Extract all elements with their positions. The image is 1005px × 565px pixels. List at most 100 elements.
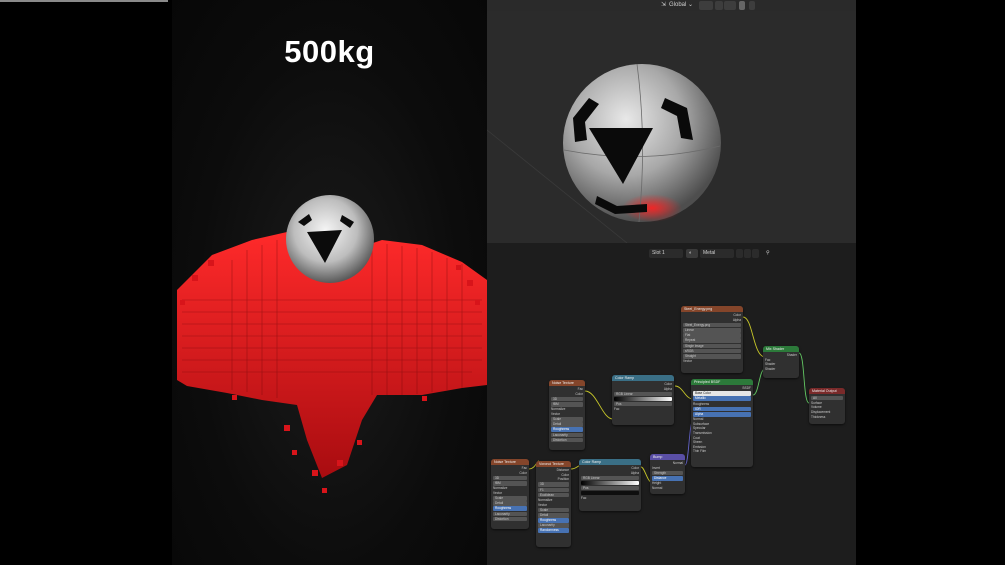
node-image-texture[interactable]: Steel_Energy.png Color Alpha Steel_Energ…	[681, 306, 743, 373]
material-name-field[interactable]: Metal	[700, 249, 734, 258]
slot-dropdown[interactable]: Slot 1	[649, 249, 683, 258]
lacunarity-field[interactable]: Lacunarity	[538, 523, 569, 528]
noise-type-dropdown[interactable]: fBM	[551, 401, 583, 407]
output-color: Color	[519, 470, 527, 475]
viewport-scene	[487, 63, 721, 243]
metric-dropdown[interactable]: Euclidean	[538, 492, 569, 498]
scale-field[interactable]: Scale	[538, 507, 569, 513]
base-color-swatch[interactable]: Base Color	[693, 391, 751, 396]
link-noise-to-ramp	[584, 390, 614, 420]
input-vector: Vector	[551, 411, 561, 416]
node-noise-texture-bottom[interactable]: Noise Texture Fac Color 3D fBM Normalize…	[491, 459, 529, 529]
material-sphere-icon[interactable]: ◐	[686, 249, 698, 258]
node-material-output[interactable]: Material Output All Surface Volume Displ…	[809, 388, 845, 424]
roughness-slider[interactable]: Roughness	[551, 427, 583, 432]
input-thickness: Thickness	[811, 414, 826, 419]
node-noise-texture-top[interactable]: Noise Texture Fac Color 3D fBM Normalize…	[549, 380, 585, 450]
ramp-mode-dropdown[interactable]: RGB Linear	[614, 391, 672, 397]
chevron-down-icon: ⌄	[688, 2, 694, 8]
node-editor-header: Slot 1 ◐ Metal ⚲	[487, 245, 856, 258]
roughness-input: Roughness	[693, 401, 710, 406]
input-fac: Fac	[614, 406, 620, 411]
input-shader-2: Shader	[765, 366, 776, 371]
viewport-ball[interactable]	[563, 63, 721, 223]
falloff-button[interactable]	[749, 1, 755, 10]
output-alpha: Alpha	[732, 317, 741, 322]
node-voronoi-texture[interactable]: Voronoi Texture Distance Color Position …	[536, 461, 571, 547]
randomness-slider[interactable]: Randomness	[538, 528, 569, 534]
scale-field[interactable]: Scale	[493, 495, 527, 501]
left-letterbox	[0, 2, 172, 565]
feature-dropdown[interactable]: F1	[538, 487, 569, 493]
node-color-ramp-bottom[interactable]: Color Ramp Color Alpha RGB Linear Pos Fa…	[579, 459, 641, 511]
ramp-mode-dropdown[interactable]: RGB Linear	[581, 475, 639, 481]
node-principled-bsdf[interactable]: Principled BSDF BSDF Base Color Metallic…	[691, 379, 753, 467]
link-mix-to-output	[798, 352, 810, 404]
input-vector: Vector	[683, 359, 693, 364]
ramp-pos-field[interactable]: Pos	[581, 485, 639, 491]
snap-target-button[interactable]	[724, 1, 736, 10]
input-fac: Fac	[581, 495, 587, 500]
output-bsdf: BSDF	[742, 386, 751, 390]
link-image-to-mix	[742, 316, 766, 358]
fake-user-button[interactable]	[736, 249, 743, 258]
output-position: Position	[557, 477, 569, 482]
output-alpha: Alpha	[663, 386, 672, 391]
projection-dropdown[interactable]: Flat	[683, 333, 741, 338]
snap-toggle-button[interactable]	[715, 1, 723, 10]
transform-orientation-dropdown[interactable]: Global	[669, 1, 686, 10]
scale-field[interactable]: Scale	[551, 416, 583, 422]
thin-film-panel[interactable]: Thin Film	[693, 449, 751, 454]
detail-field[interactable]: Detail	[493, 501, 527, 506]
metallic-slider[interactable]: Metallic	[693, 396, 751, 401]
extension-dropdown[interactable]: Repeat	[683, 338, 741, 343]
3d-viewport[interactable]: ⇲ Global ⌄	[487, 0, 856, 243]
dimensions-dropdown[interactable]: 3D	[538, 482, 569, 487]
distortion-field[interactable]: Distortion	[493, 516, 527, 522]
shader-node-editor[interactable]: Slot 1 ◐ Metal ⚲ Steel_Energy.png Color …	[487, 243, 856, 565]
node-bump[interactable]: Bump Normal Invert Strength Distance Hei…	[650, 454, 685, 494]
dimensions-dropdown[interactable]: 3D	[493, 475, 527, 481]
detail-field[interactable]: Detail	[551, 422, 583, 427]
render-preview: 500kg	[172, 0, 487, 565]
invert-checkbox[interactable]: Invert	[652, 466, 683, 471]
strength-field[interactable]: Strength	[652, 470, 683, 476]
image-name-field[interactable]: Steel_Energy.png	[683, 322, 741, 328]
interpolation-dropdown[interactable]: Linear	[683, 327, 741, 333]
pin-icon[interactable]: ⚲	[763, 249, 770, 258]
output-color: Color	[575, 391, 583, 396]
source-dropdown[interactable]: Single Image	[683, 343, 741, 349]
proportional-edit-button[interactable]	[739, 1, 745, 10]
node-mix-shader[interactable]: Mix Shader Shader Fac Shader Shader	[763, 346, 799, 378]
lacunarity-field[interactable]: Lacunarity	[493, 511, 527, 517]
lacunarity-field[interactable]: Lacunarity	[551, 432, 583, 438]
roughness-slider[interactable]: Roughness	[493, 506, 527, 511]
detail-field[interactable]: Detail	[538, 512, 569, 518]
noise-type-dropdown[interactable]: fBM	[493, 480, 527, 486]
viewport-header: ⇲ Global ⌄	[487, 0, 856, 11]
pivot-point-button[interactable]	[699, 1, 713, 10]
ramp-color-swatch[interactable]	[581, 490, 639, 496]
color-space-dropdown[interactable]: sRGB	[683, 348, 741, 354]
input-vector: Vector	[493, 490, 503, 495]
unlink-material-button[interactable]	[752, 249, 759, 258]
duplicate-material-button[interactable]	[744, 249, 751, 258]
node-color-ramp-top[interactable]: Color Ramp Color Alpha RGB Linear Pos Fa…	[612, 375, 674, 425]
ior-slider[interactable]: IOR	[693, 406, 751, 412]
dimensions-dropdown[interactable]: 3D	[551, 396, 583, 402]
alpha-mode-dropdown[interactable]: Straight	[683, 353, 741, 359]
input-normal: Normal	[652, 485, 663, 490]
weight-label: 500kg	[284, 34, 375, 69]
color-ramp-gradient[interactable]	[614, 396, 672, 401]
target-dropdown[interactable]: All	[811, 395, 843, 401]
color-ramp-gradient[interactable]	[581, 480, 639, 485]
transform-orientation-icon[interactable]: ⇲	[661, 1, 666, 10]
ramp-pos-field[interactable]: Pos	[614, 401, 672, 407]
roughness-slider[interactable]: Roughness	[538, 518, 569, 523]
distortion-field[interactable]: Distortion	[551, 437, 583, 443]
distance-slider[interactable]: Distance	[652, 475, 683, 481]
right-letterbox	[856, 0, 1005, 565]
app-root: 500kg ⇲ Global ⌄ Slot 1 ◐ Metal ⚲ Steel_…	[0, 0, 1005, 565]
alpha-slider[interactable]: Alpha	[693, 411, 751, 417]
input-vector: Vector	[538, 502, 548, 507]
